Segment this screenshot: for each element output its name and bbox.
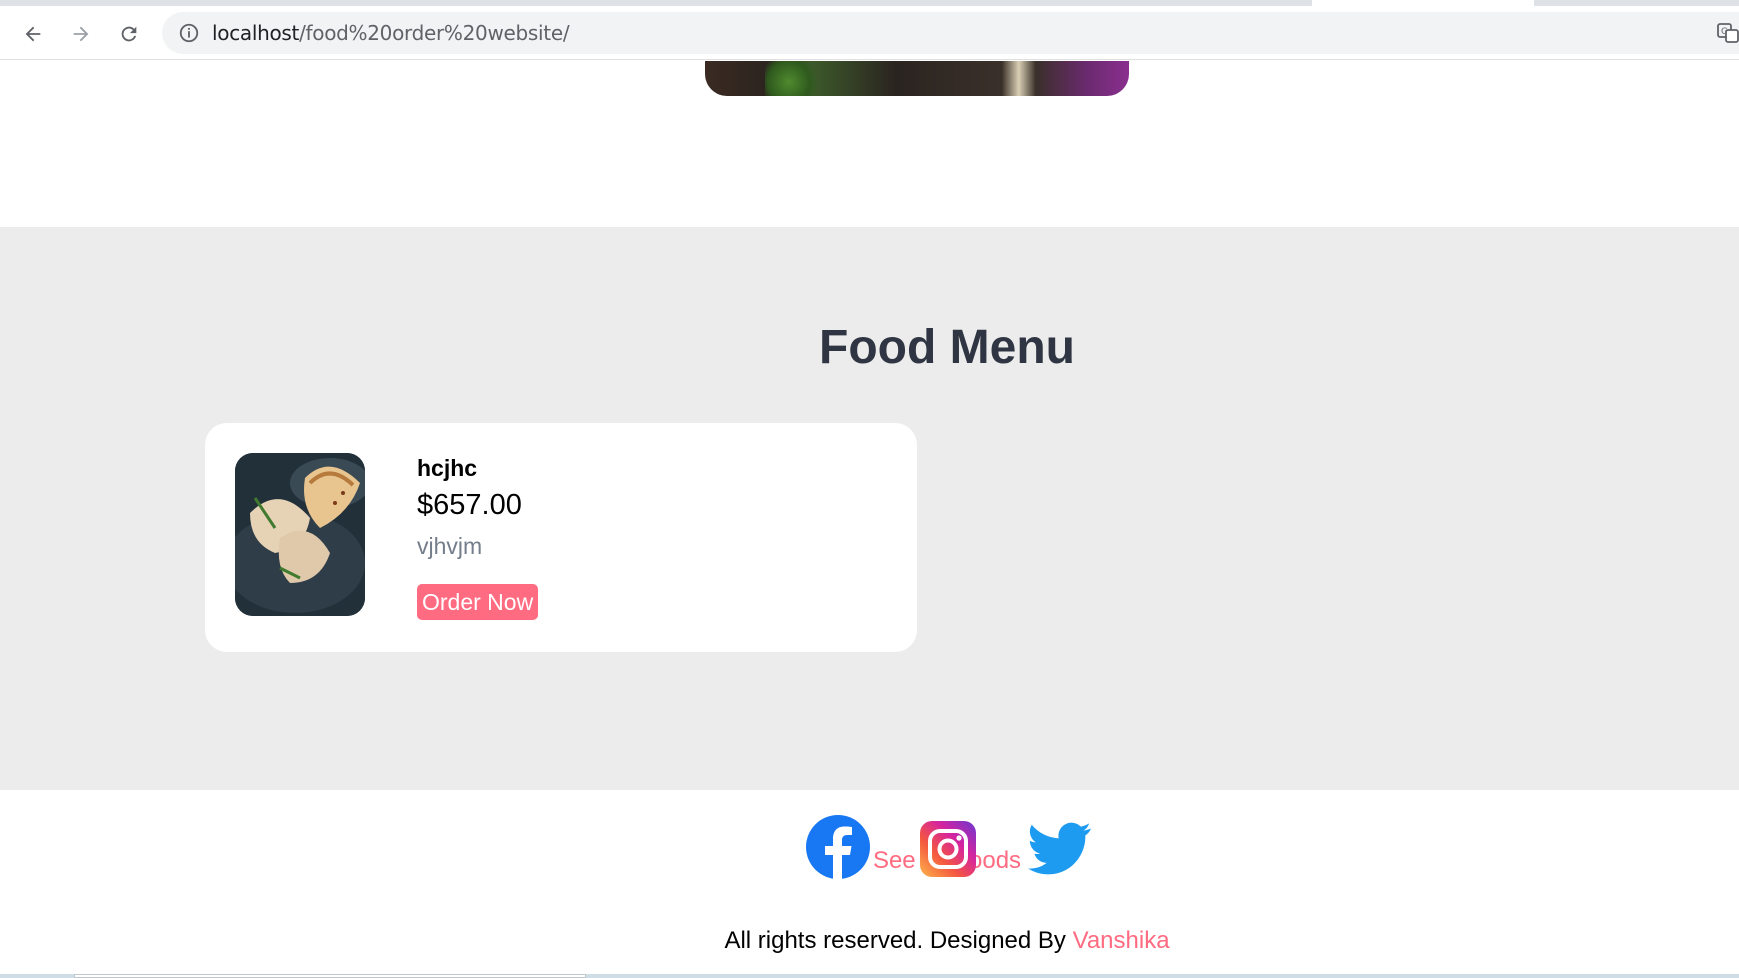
order-now-button[interactable]: Order Now	[417, 584, 539, 620]
page-content: Food Menu hcjhc $657.00 vjhvjm Order Now…	[0, 61, 1739, 978]
facebook-icon	[806, 815, 870, 879]
address-bar[interactable]: localhost/food%20order%20website/ G	[162, 12, 1739, 54]
food-price: $657.00	[417, 489, 522, 521]
taskbar-edge	[0, 974, 1739, 978]
menu-title: Food Menu	[819, 321, 1075, 374]
footer-author[interactable]: Vanshika	[1073, 927, 1170, 954]
translate-icon[interactable]: G	[1717, 22, 1739, 44]
reload-icon	[121, 26, 137, 42]
back-button[interactable]	[16, 17, 50, 51]
url-host: localhost	[212, 21, 300, 45]
browser-toolbar: localhost/food%20order%20website/ G	[0, 6, 1739, 60]
food-description: vjhvjm	[417, 533, 483, 559]
url-text: localhost/food%20order%20website/	[212, 21, 570, 45]
info-icon[interactable]	[178, 22, 200, 44]
taskbar-segment	[74, 974, 586, 978]
twitter-icon	[1028, 822, 1091, 875]
footer-copyright: All rights reserved. Designed By Vanshik…	[0, 927, 1739, 955]
food-image	[235, 453, 365, 616]
food-menu-section: Food Menu hcjhc $657.00 vjhvjm Order Now…	[0, 227, 1739, 874]
hero-image	[705, 61, 1129, 96]
food-name: hcjhc	[417, 455, 478, 481]
arrow-right-icon	[73, 26, 89, 42]
instagram-link[interactable]	[920, 821, 976, 882]
forward-button[interactable]	[64, 17, 98, 51]
footer-text: All rights reserved. Designed By	[724, 927, 1073, 954]
instagram-icon	[920, 821, 976, 877]
reload-button[interactable]	[112, 17, 146, 51]
twitter-link[interactable]	[1028, 821, 1092, 882]
social-links	[0, 815, 1739, 885]
food-card: hcjhc $657.00 vjhvjm Order Now	[205, 423, 917, 652]
arrow-left-icon	[25, 26, 41, 42]
url-path: /food%20order%20website/	[299, 21, 570, 45]
facebook-link[interactable]	[806, 815, 870, 884]
